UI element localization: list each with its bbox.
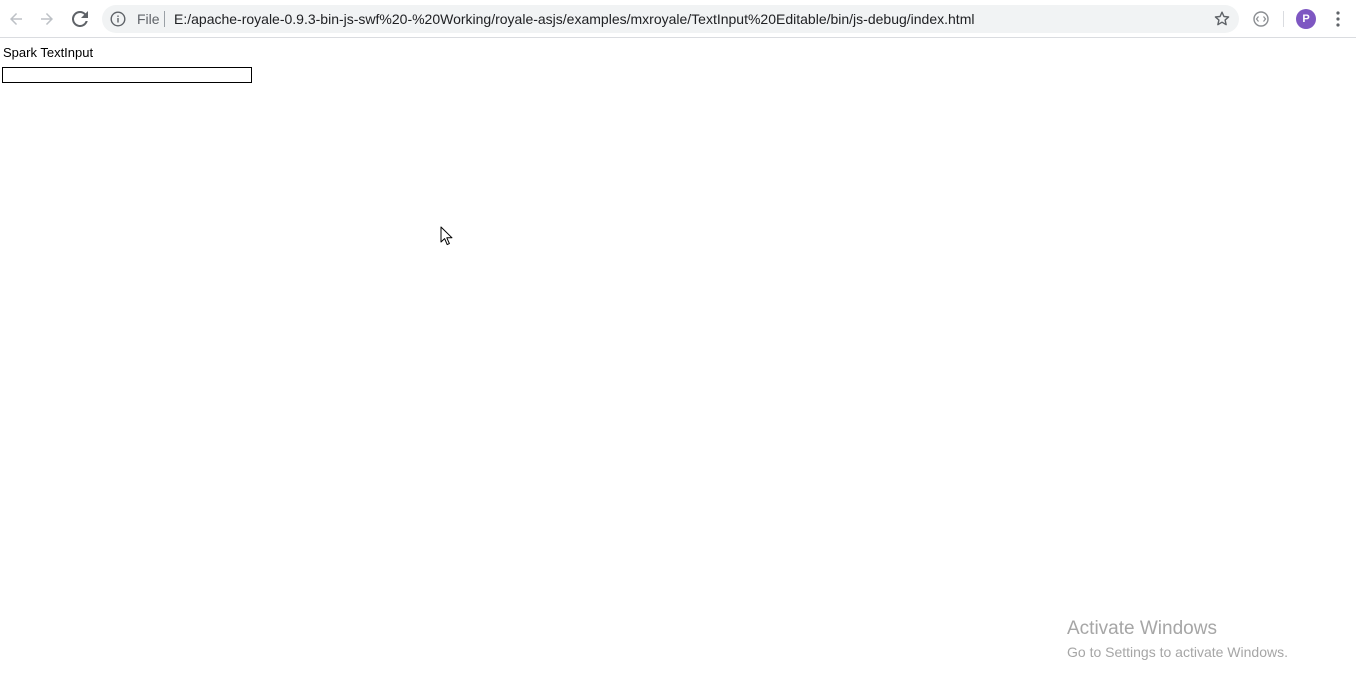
activate-windows-watermark: Activate Windows Go to Settings to activ…: [1067, 618, 1288, 661]
info-icon[interactable]: [110, 11, 126, 27]
reload-icon: [72, 11, 88, 27]
kebab-menu-icon[interactable]: [1330, 10, 1346, 28]
spark-text-input[interactable]: [2, 67, 252, 83]
profile-avatar[interactable]: P: [1296, 9, 1316, 29]
url-text[interactable]: E:/apache-royale-0.9.3-bin-js-swf%20-%20…: [174, 11, 974, 27]
textinput-label: Spark TextInput: [3, 45, 94, 60]
arrow-right-icon: [41, 13, 53, 25]
page-content: Spark TextInput: [0, 38, 1356, 674]
star-icon[interactable]: [1213, 10, 1231, 28]
omnibox-separator: [164, 11, 165, 27]
address-bar[interactable]: File E:/apache-royale-0.9.3-bin-js-swf%2…: [102, 5, 1239, 33]
mouse-cursor-icon: [440, 226, 453, 246]
reload-button[interactable]: [68, 7, 92, 31]
forward-button[interactable]: [35, 7, 59, 31]
scheme-label: File: [137, 11, 160, 27]
browser-toolbar: File E:/apache-royale-0.9.3-bin-js-swf%2…: [0, 0, 1356, 38]
back-button[interactable]: [4, 7, 28, 31]
watermark-title: Activate Windows: [1067, 618, 1217, 639]
watermark-subtitle: Go to Settings to activate Windows.: [1067, 644, 1288, 660]
extension-icon[interactable]: [1252, 10, 1270, 28]
toolbar-separator: [1283, 11, 1284, 27]
arrow-left-icon: [10, 13, 22, 25]
